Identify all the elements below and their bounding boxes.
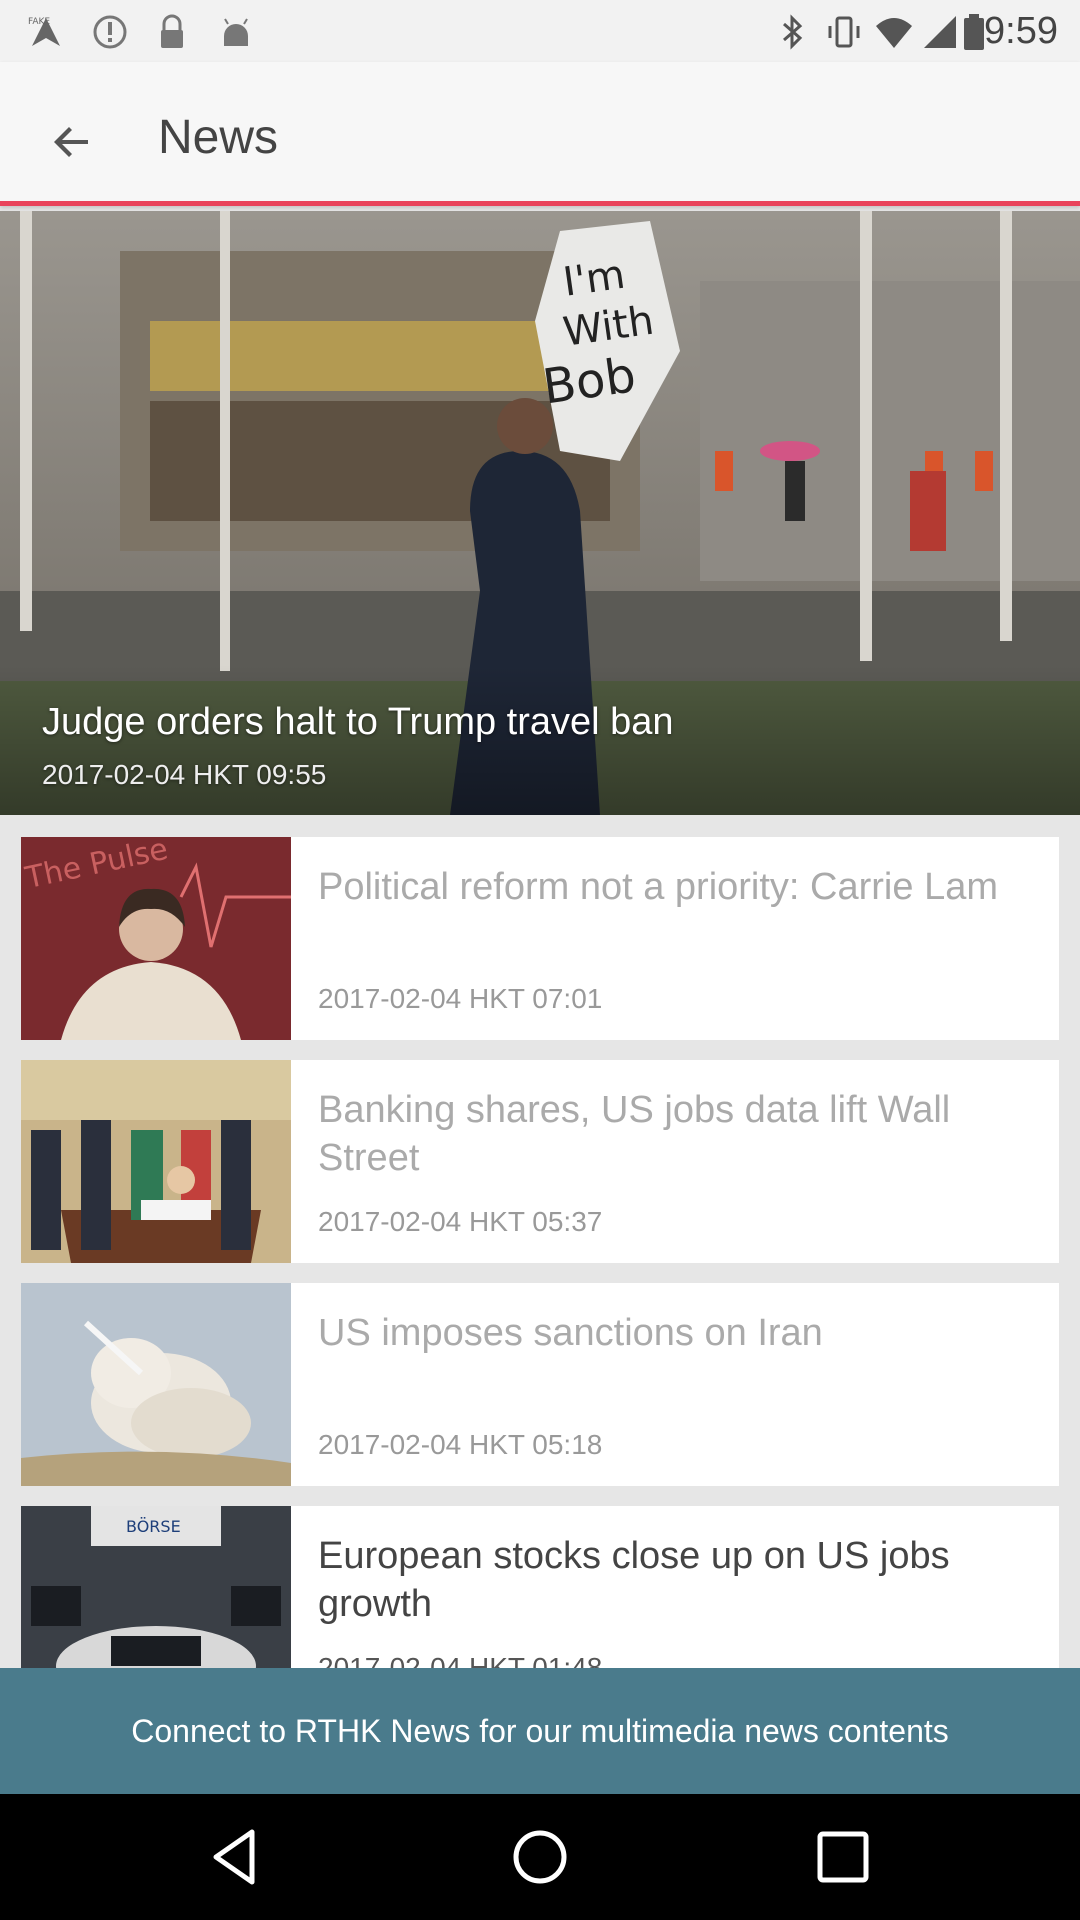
svg-text:I'm: I'm bbox=[560, 252, 628, 306]
battery-icon bbox=[964, 14, 984, 50]
bluetooth-icon bbox=[783, 14, 803, 50]
lock-icon bbox=[161, 14, 183, 48]
article-timestamp: 2017-02-04 HKT 05:18 bbox=[318, 1429, 603, 1460]
article-thumbnail bbox=[21, 1060, 291, 1263]
nav-home-icon[interactable] bbox=[505, 1822, 575, 1892]
article-timestamp: 2017-02-04 HKT 07:01 bbox=[318, 983, 603, 1014]
status-time: 9:59 bbox=[984, 10, 1058, 52]
fake-gps-icon: FAKE bbox=[28, 17, 60, 46]
svg-text:FAKE: FAKE bbox=[28, 17, 50, 27]
featured-title: Judge orders halt to Trump travel ban bbox=[42, 701, 674, 743]
article-title: US imposes sanctions on Iran bbox=[318, 1312, 823, 1354]
android-icon bbox=[224, 18, 248, 46]
page-title: News bbox=[158, 111, 279, 164]
arrow-back-icon bbox=[54, 127, 88, 157]
article-title: European stocks close up on US jobs grow… bbox=[318, 1535, 950, 1625]
banner-text: Connect to RTHK News for our multimedia … bbox=[131, 1712, 949, 1749]
status-bar: FAKE 9:59 bbox=[0, 0, 1080, 62]
article-title: Banking shares, US jobs data lift Wall S… bbox=[318, 1089, 951, 1179]
navigation-bar bbox=[0, 1794, 1080, 1920]
list-item[interactable]: Banking shares, US jobs data lift Wall S… bbox=[21, 1060, 1059, 1263]
article-thumbnail: The Pulse bbox=[21, 837, 291, 1040]
article-timestamp: 2017-02-04 HKT 05:37 bbox=[318, 1206, 603, 1237]
list-item[interactable]: BÖRSE European stocks close up on US job… bbox=[21, 1506, 1059, 1668]
news-list: The Pulse Political reform not a priorit… bbox=[0, 815, 1080, 1668]
app-bar: News bbox=[0, 62, 1080, 206]
rthk-connect-banner[interactable]: Connect to RTHK News for our multimedia … bbox=[0, 1668, 1080, 1794]
article-timestamp: 2017-02-04 HKT 01:48 bbox=[318, 1652, 603, 1668]
alert-icon bbox=[93, 15, 127, 49]
svg-text:BÖRSE: BÖRSE bbox=[126, 1517, 181, 1536]
list-item[interactable]: US imposes sanctions on Iran 2017-02-04 … bbox=[21, 1283, 1059, 1486]
signal-icon bbox=[924, 16, 956, 48]
featured-timestamp: 2017-02-04 HKT 09:55 bbox=[42, 759, 327, 790]
vibrate-icon bbox=[828, 16, 860, 48]
article-title: Political reform not a priority: Carrie … bbox=[318, 866, 998, 908]
nav-recents-icon[interactable] bbox=[808, 1822, 878, 1892]
wifi-icon bbox=[876, 18, 912, 48]
nav-back-icon[interactable] bbox=[202, 1822, 272, 1892]
article-thumbnail bbox=[21, 1283, 291, 1486]
featured-story[interactable]: I'm With Bob Judge orders halt to Trump … bbox=[0, 211, 1080, 815]
back-button[interactable] bbox=[32, 102, 112, 182]
article-thumbnail: BÖRSE bbox=[21, 1506, 291, 1668]
list-item[interactable]: The Pulse Political reform not a priorit… bbox=[21, 837, 1059, 1040]
